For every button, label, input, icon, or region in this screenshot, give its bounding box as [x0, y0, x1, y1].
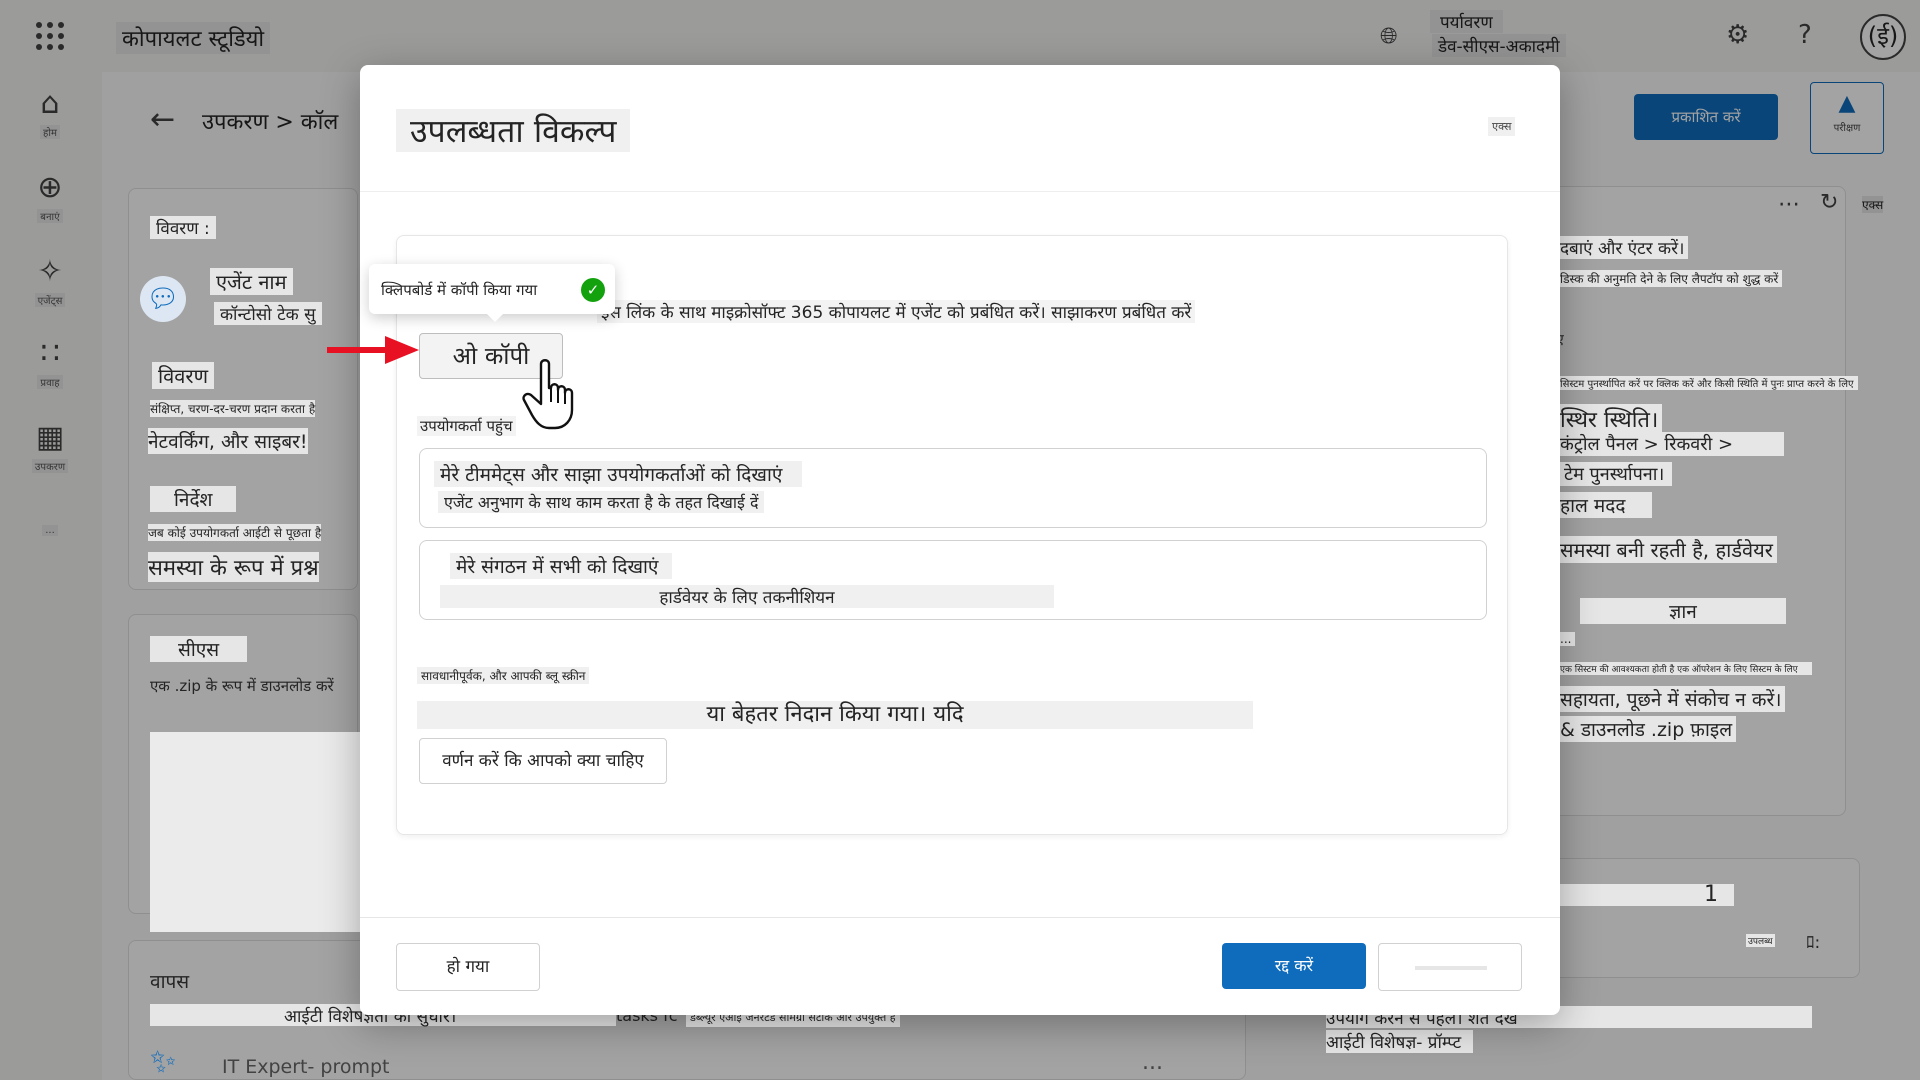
option-subtitle: एजेंट अनुभाग के साथ काम करता है के तहत द… — [438, 491, 765, 513]
knowledge-count-label: उपलब्ध — [1746, 934, 1775, 947]
done-button[interactable]: हो गया — [396, 943, 540, 991]
option-title: मेरे संगठन में सभी को दिखाएं — [450, 553, 673, 579]
description-label: विवरण — [152, 362, 215, 389]
describe-button[interactable]: वर्णन करें कि आपको क्या चाहिए — [419, 738, 667, 784]
chat-line: समस्या बनी रहती है, हार्डवेयर — [1556, 536, 1777, 563]
prompt-name[interactable]: IT Expert- prompt — [222, 1056, 390, 1078]
check-icon: ✓ — [581, 278, 605, 302]
description-big: नेटवर्किंग, और साइबर! — [148, 428, 308, 454]
chat-line: सहायता, पूछने में संकोच न करें। — [1556, 686, 1786, 712]
chat-bubble-icon: 💬︎ — [140, 276, 186, 322]
cs-label: सीएस — [150, 636, 248, 662]
cancel-button[interactable]: रद्द करें — [1222, 943, 1366, 989]
option-organization[interactable]: मेरे संगठन में सभी को दिखाएं हार्डवेयर क… — [419, 540, 1487, 620]
hand-cursor-icon — [521, 358, 585, 441]
chat-line: दबाएं और एंटर करें। — [1556, 236, 1689, 259]
copied-tooltip: क्लिपबोर्ड में कॉपी किया गया ✓ — [369, 264, 615, 322]
option-teammates[interactable]: मेरे टीममेट्स और साझा उपयोगकर्ताओं को दि… — [419, 448, 1487, 528]
chat-line: डिस्क की अनुमति देने के लिए लैपटॉप को शु… — [1556, 270, 1783, 287]
warning-big: या बेहतर निदान किया गया। यदि — [417, 701, 1253, 729]
chat-line: टेम पुनर्स्थापना। — [1556, 462, 1673, 486]
cs-text: एक .zip के रूप में डाउनलोड करें — [150, 677, 334, 695]
chat-line: एक सिस्टम की आवश्यकता होती है एक ऑपरेशन … — [1556, 662, 1812, 675]
prompt-more-icon[interactable]: ... — [1142, 1050, 1163, 1075]
share-description: इस लिंक के साथ माइक्रोसॉफ्ट 365 कोपायलट … — [597, 300, 1196, 323]
instructions-label: निर्देश — [150, 486, 237, 512]
description-small: संक्षिप्त, चरण-दर-चरण प्रदान करता है — [150, 400, 316, 417]
option-title: मेरे टीममेट्स और साझा उपयोगकर्ताओं को दि… — [434, 461, 803, 487]
user-access-label: उपयोगकर्ता पहुंच — [417, 416, 516, 436]
knowledge-count: 1 — [1556, 884, 1734, 906]
close-icon[interactable]: एक्स — [1488, 117, 1516, 136]
dialog-title: उपलब्धता विकल्प — [396, 109, 631, 152]
warning-small: सावधानीपूर्वक, और आपकी ब्लू स्क्रीन — [417, 667, 590, 684]
chat-line: कंट्रोल पैनल > रिकवरी > — [1556, 432, 1784, 456]
red-arrow-icon — [327, 336, 419, 364]
agent-name-value: कॉन्टोसो टेक सु — [214, 302, 322, 325]
divider — [360, 917, 1560, 918]
chat-line: हाल मदद — [1556, 492, 1652, 518]
instructions-small: जब कोई उपयोगकर्ता आईटी से पूछता है — [148, 524, 322, 541]
agent-name-label: एजेंट नाम — [210, 268, 293, 295]
availability-dialog: उपलब्धता विकल्प एक्स इस लिंक के साथ माइक… — [327, 65, 1560, 1015]
chat-line: स्थिर स्थिति। — [1556, 404, 1663, 434]
secondary-button[interactable] — [1378, 943, 1522, 991]
prompt-notice: आईटी विशेषज्ञ- प्रॉम्प्ट — [1326, 1030, 1474, 1053]
option-subtitle: हार्डवेयर के लिए तकनीशियन — [440, 585, 1054, 608]
button-placeholder — [1415, 966, 1487, 970]
chat-line: सिस्टम पुनर्स्थापित करें पर क्लिक करें औ… — [1556, 376, 1858, 390]
details-label: विवरण : — [150, 216, 216, 239]
share-card: इस लिंक के साथ माइक्रोसॉफ्ट 365 कोपायलट … — [327, 235, 1508, 835]
cs-placeholder — [150, 732, 360, 932]
toggle-icon[interactable]: ﾛ: — [1806, 928, 1820, 953]
instructions-big: समस्या के रूप में प्रश्न — [148, 552, 319, 582]
chat-line: ज्ञान — [1580, 598, 1786, 624]
back-label: वापस — [150, 971, 190, 993]
tooltip-text: क्लिपबोर्ड में कॉपी किया गया — [381, 281, 538, 299]
divider — [360, 191, 1560, 192]
chat-line: & डाउनलोड .zip फ़ाइल — [1556, 716, 1737, 742]
sparkle-icon: ✨︎ — [150, 1042, 177, 1080]
